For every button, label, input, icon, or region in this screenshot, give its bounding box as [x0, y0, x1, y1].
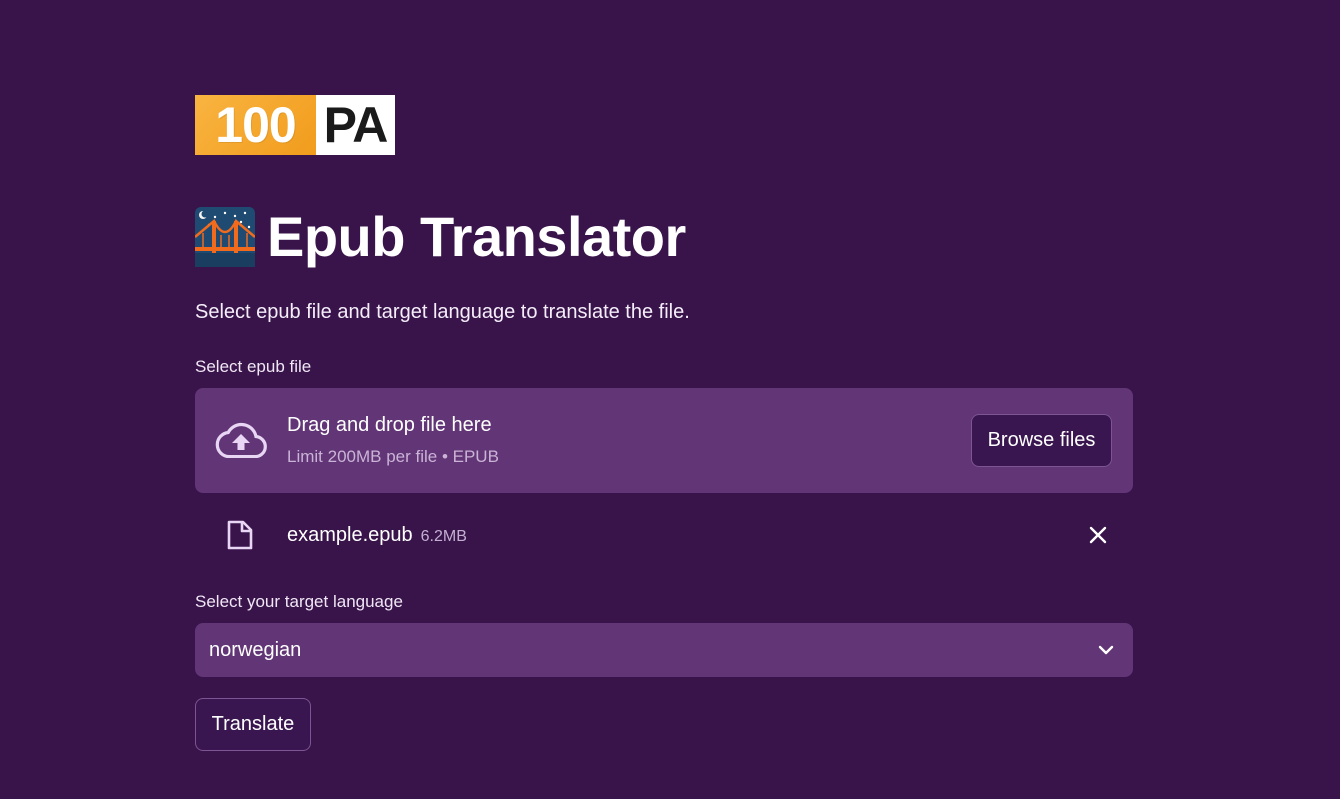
chevron-down-icon [1098, 645, 1114, 655]
file-upload-label: Select epub file [195, 357, 312, 376]
language-select[interactable]: norwegian [195, 623, 1133, 677]
title-row: Epub Translator [195, 207, 1133, 267]
language-select-value: norwegian [209, 638, 302, 661]
dropzone-text: Drag and drop file here Limit 200MB per … [287, 412, 499, 467]
file-dropzone[interactable]: Drag and drop file here Limit 200MB per … [195, 388, 1133, 493]
uploaded-file-name: example.epub [287, 524, 413, 546]
browse-files-button[interactable]: Browse files [971, 414, 1112, 467]
logo: 100 PA [195, 95, 395, 155]
close-icon[interactable] [1088, 525, 1108, 545]
file-limit-text: Limit 200MB per file • EPUB [287, 447, 499, 466]
page-title: Epub Translator [267, 205, 686, 268]
main-content: 100 PA Epub Translator Select epub file … [195, 95, 1133, 751]
drag-instruction: Drag and drop file here [287, 414, 492, 436]
uploaded-file-size: 6.2MB [420, 528, 467, 545]
logo-letters: PA [316, 95, 395, 155]
bridge-at-night-icon [195, 207, 255, 267]
file-icon [227, 520, 253, 550]
page-description: Select epub file and target language to … [195, 301, 690, 323]
uploaded-file-item: example.epub 6.2MB [195, 493, 1133, 577]
app-page: 100 PA Epub Translator Select epub file … [0, 0, 1340, 799]
translate-button[interactable]: Translate [195, 698, 311, 751]
language-select-label: Select your target language [195, 592, 403, 611]
logo-number: 100 [195, 95, 316, 155]
cloud-upload-icon [215, 422, 267, 458]
uploaded-file-info: example.epub 6.2MB [287, 522, 467, 550]
